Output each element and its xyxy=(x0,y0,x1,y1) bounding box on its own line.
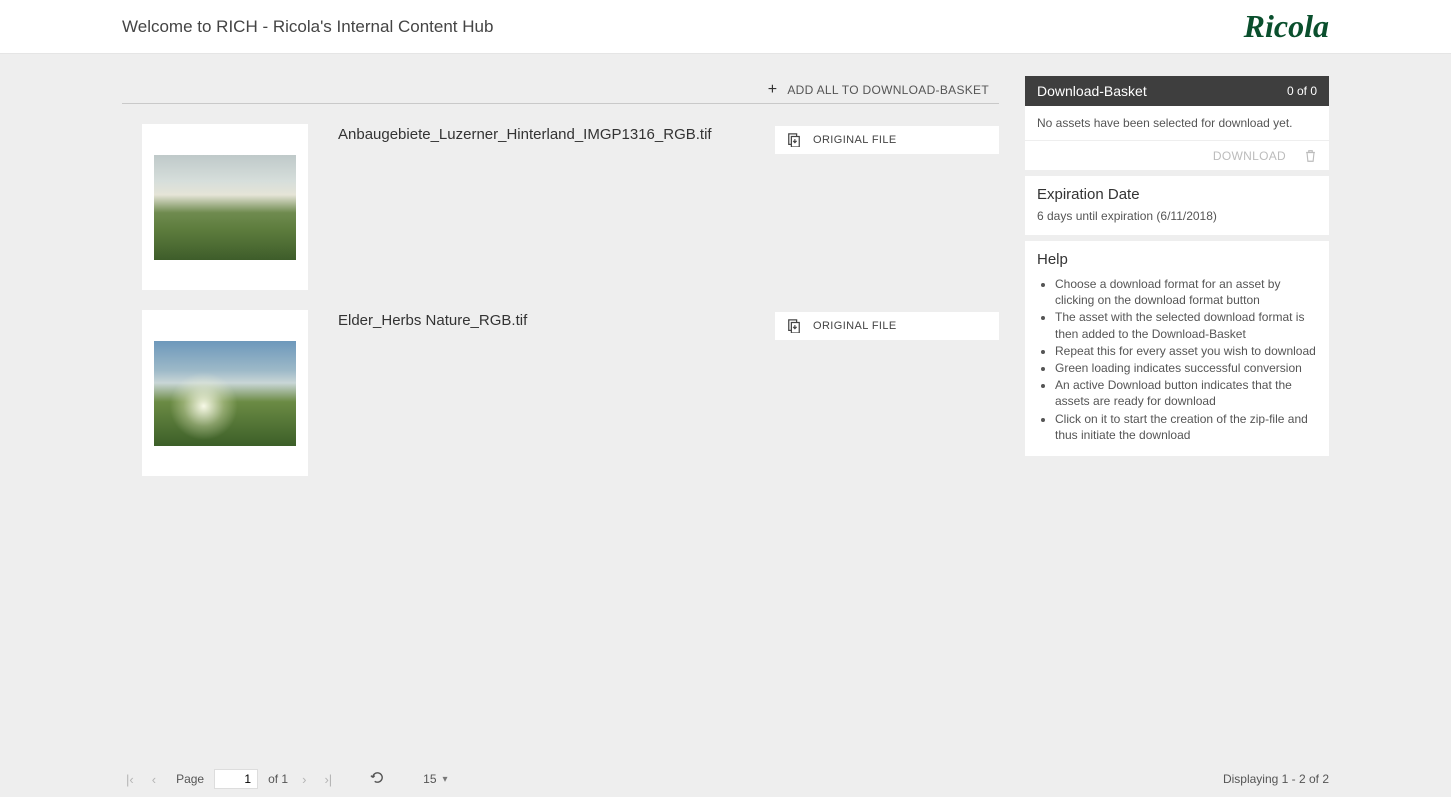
thumbnail-image xyxy=(154,341,296,446)
chevron-down-icon: ▾ xyxy=(443,774,448,785)
format-label: ORIGINAL FILE xyxy=(813,320,897,332)
format-label: ORIGINAL FILE xyxy=(813,134,897,146)
page-of-text: of 1 xyxy=(268,772,288,786)
per-page-value: 15 xyxy=(423,772,436,786)
expiration-text: 6 days until expiration (6/11/2018) xyxy=(1025,207,1329,235)
plus-icon: + xyxy=(768,82,778,98)
content-area: + ADD ALL TO DOWNLOAD-BASKET Anbaugebiet… xyxy=(0,54,1451,761)
asset-toolbar: + ADD ALL TO DOWNLOAD-BASKET xyxy=(122,76,999,104)
per-page-select[interactable]: 15 ▾ xyxy=(423,772,447,786)
first-page-button[interactable]: |‹ xyxy=(122,770,138,789)
download-format-button[interactable]: ORIGINAL FILE xyxy=(775,126,999,154)
last-page-button[interactable]: ›| xyxy=(320,770,336,789)
help-item: Green loading indicates successful conve… xyxy=(1055,360,1317,376)
help-item: Repeat this for every asset you wish to … xyxy=(1055,343,1317,359)
asset-thumbnail[interactable] xyxy=(142,310,308,476)
help-item: The asset with the selected download for… xyxy=(1055,309,1317,341)
next-page-button[interactable]: › xyxy=(298,770,310,789)
paging-footer: |‹ ‹ Page of 1 › ›| 15 ▾ Displaying 1 - … xyxy=(0,761,1451,797)
asset-list-column: + ADD ALL TO DOWNLOAD-BASKET Anbaugebiet… xyxy=(122,76,999,761)
help-panel: Help Choose a download format for an ass… xyxy=(1025,241,1329,456)
help-list: Choose a download format for an asset by… xyxy=(1025,272,1329,456)
refresh-icon xyxy=(370,770,385,785)
paging-controls: |‹ ‹ Page of 1 › ›| 15 ▾ xyxy=(122,769,448,789)
download-button[interactable]: DOWNLOAD xyxy=(1213,149,1286,163)
basket-count: 0 of 0 xyxy=(1287,84,1317,98)
help-item: Click on it to start the creation of the… xyxy=(1055,411,1317,443)
paging-status: Displaying 1 - 2 of 2 xyxy=(1223,772,1329,786)
asset-title: Elder_Herbs Nature_RGB.tif xyxy=(338,310,745,329)
asset-title: Anbaugebiete_Luzerner_Hinterland_IMGP131… xyxy=(338,124,745,143)
page-label: Page xyxy=(176,772,204,786)
asset-info: Elder_Herbs Nature_RGB.tif xyxy=(338,310,745,476)
basket-title: Download-Basket xyxy=(1037,83,1147,99)
asset-row: Elder_Herbs Nature_RGB.tif ORIGINAL FILE xyxy=(122,290,999,476)
help-title: Help xyxy=(1025,241,1329,272)
asset-row: Anbaugebiete_Luzerner_Hinterland_IMGP131… xyxy=(122,104,999,290)
help-item: Choose a download format for an asset by… xyxy=(1055,276,1317,308)
file-download-icon xyxy=(787,319,801,333)
file-download-icon xyxy=(787,133,801,147)
header: Welcome to RICH - Ricola's Internal Cont… xyxy=(0,0,1451,54)
asset-info: Anbaugebiete_Luzerner_Hinterland_IMGP131… xyxy=(338,124,745,290)
sidebar: Download-Basket 0 of 0 No assets have be… xyxy=(1025,76,1329,761)
refresh-button[interactable] xyxy=(364,770,391,789)
asset-thumbnail[interactable] xyxy=(142,124,308,290)
basket-empty-text: No assets have been selected for downloa… xyxy=(1025,106,1329,140)
basket-actions: DOWNLOAD xyxy=(1025,140,1329,170)
add-all-label: ADD ALL TO DOWNLOAD-BASKET xyxy=(787,83,989,97)
download-format-button[interactable]: ORIGINAL FILE xyxy=(775,312,999,340)
help-item: An active Download button indicates that… xyxy=(1055,377,1317,409)
add-all-to-basket-button[interactable]: + ADD ALL TO DOWNLOAD-BASKET xyxy=(768,82,999,98)
prev-page-button[interactable]: ‹ xyxy=(148,770,160,789)
thumbnail-image xyxy=(154,155,296,260)
download-basket-header: Download-Basket 0 of 0 xyxy=(1025,76,1329,106)
brand-logo: Ricola xyxy=(1244,8,1329,45)
page-title: Welcome to RICH - Ricola's Internal Cont… xyxy=(122,17,493,37)
trash-icon[interactable] xyxy=(1304,149,1317,163)
download-basket-panel: Download-Basket 0 of 0 No assets have be… xyxy=(1025,76,1329,170)
expiration-title: Expiration Date xyxy=(1025,176,1329,207)
expiration-panel: Expiration Date 6 days until expiration … xyxy=(1025,176,1329,235)
page-number-input[interactable] xyxy=(214,769,258,789)
